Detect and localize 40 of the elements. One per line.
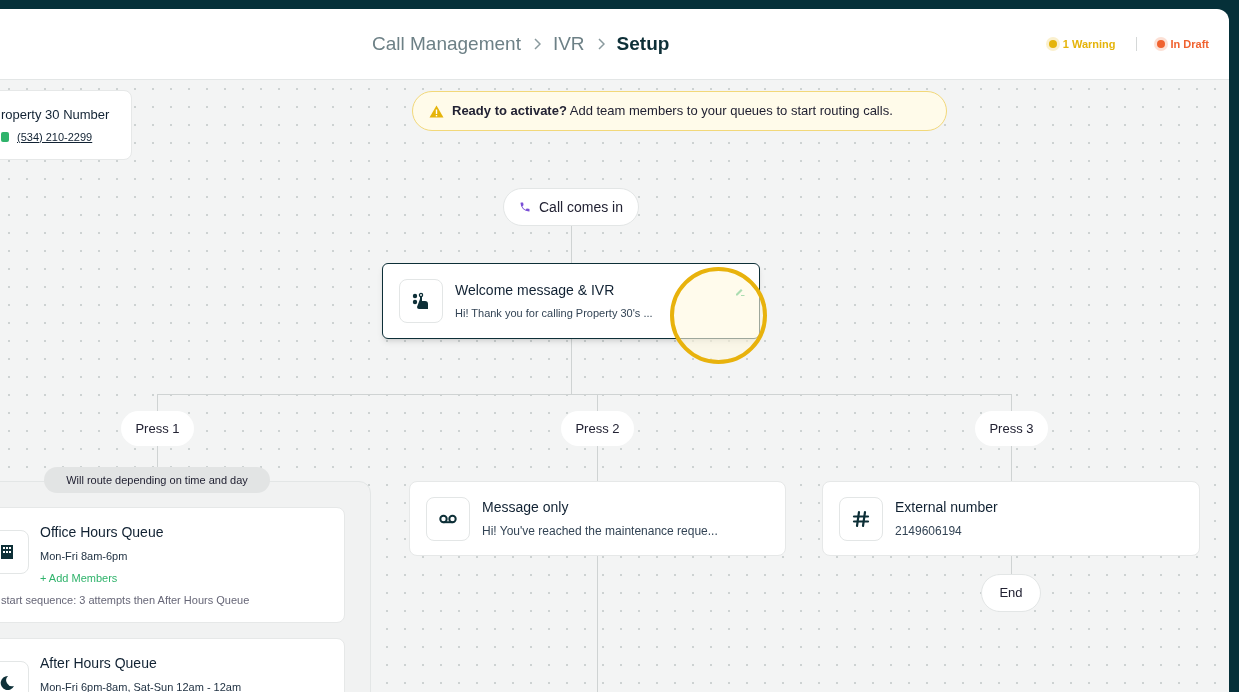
queue-title: Office Hours Queue (40, 523, 164, 542)
queue-sequence: start sequence: 3 attempts then After Hours Queue (1, 593, 250, 608)
flow-node[interactable]: External number 2149606194 (822, 481, 1200, 556)
branch-label: Press 2 (561, 411, 634, 446)
breadcrumb-item[interactable]: IVR (552, 29, 585, 59)
node-title: Message only (482, 498, 570, 517)
edit-icon[interactable] (735, 286, 745, 296)
banner-text: Ready to activate? Add team members to your queues to start routing calls. (452, 102, 893, 121)
warning-icon (429, 104, 444, 118)
queue-card[interactable]: Office Hours Queue Mon-Fri 8am-6pm + Add Members start sequence: 3 attempts then After Hours Queue (0, 507, 345, 623)
chevron-right-icon (596, 38, 605, 50)
branch-label: Press 3 (975, 411, 1048, 446)
status-label: 1 Warning (1062, 36, 1116, 52)
phone-badge-icon (1, 131, 9, 142)
card-title: roperty 30 Number (1, 106, 111, 124)
phone-number-card[interactable]: roperty 30 Number (534) 210-2299 (0, 90, 132, 160)
queue-title: After Hours Queue (40, 654, 158, 673)
moon-icon (0, 675, 15, 691)
node-title: External number (895, 498, 998, 517)
branch-label: Press 1 (121, 411, 194, 446)
status-label: In Draft (1170, 36, 1209, 52)
breadcrumb-item[interactable]: Call Management (372, 29, 521, 59)
routing-note: Will route depending on time and day (44, 467, 270, 493)
keypad-touch-icon (412, 292, 430, 310)
chevron-right-icon (532, 38, 541, 50)
building-icon (1, 545, 13, 559)
breadcrumb-item: Setup (616, 31, 670, 56)
node-text: Hi! You've reached the maintenance reque... (482, 523, 718, 540)
phone-number-link[interactable]: (534) 210-2299 (17, 128, 93, 145)
node-text: 2149606194 (895, 523, 963, 540)
welcome-node[interactable]: Welcome message & IVR Hi! Thank you for calling Property 30's ... (382, 263, 760, 339)
start-label: Call comes in (539, 197, 623, 217)
queue-hours: Mon-Fri 8am-6pm (40, 549, 129, 564)
end-node: End (981, 574, 1041, 612)
voicemail-icon (439, 513, 457, 524)
node-text: Hi! Thank you for calling Property 30's ... (455, 306, 653, 322)
hash-icon (852, 509, 870, 528)
flow-node[interactable]: Message only Hi! You've reached the maintenance reque... (409, 481, 786, 556)
node-title: Welcome message & IVR (455, 281, 616, 301)
phone-icon (519, 201, 531, 213)
